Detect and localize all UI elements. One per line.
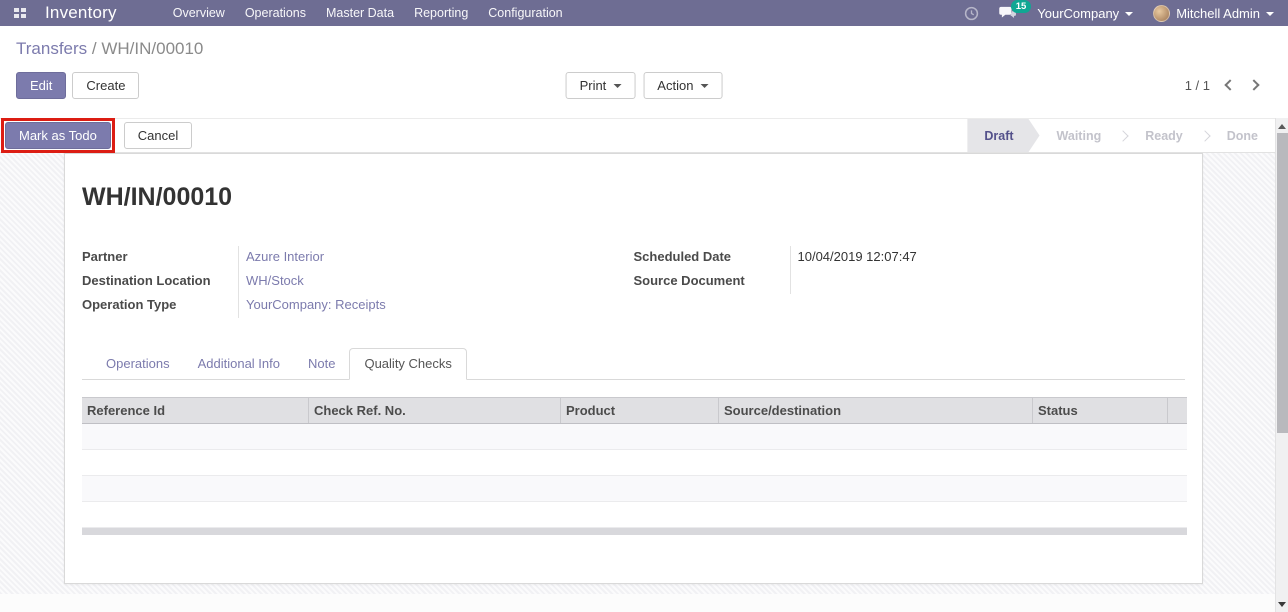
messages-icon[interactable]: 15: [999, 0, 1032, 20]
chevron-down-icon: [700, 83, 709, 88]
column-status[interactable]: Status: [1033, 398, 1168, 423]
nav-menu: Overview Operations Master Data Reportin…: [173, 4, 563, 22]
status-step-draft[interactable]: Draft: [967, 119, 1039, 152]
notebook-tabs: Operations Additional Info Note Quality …: [82, 348, 1185, 380]
nav-item-master-data[interactable]: Master Data: [326, 4, 394, 22]
nav-item-configuration[interactable]: Configuration: [488, 4, 562, 22]
table-horizontal-scrollbar[interactable]: [82, 528, 1187, 535]
source-document-value: [789, 270, 1186, 294]
column-product[interactable]: Product: [561, 398, 719, 423]
column-check-ref-no[interactable]: Check Ref. No.: [309, 398, 561, 423]
status-step-ready[interactable]: Ready: [1128, 119, 1200, 152]
field-group-right: Scheduled Date 10/04/2019 12:07:47 Sourc…: [634, 246, 1186, 318]
table-row: [82, 502, 1187, 528]
partner-label: Partner: [82, 249, 128, 264]
column-reference-id[interactable]: Reference Id: [82, 398, 309, 423]
table-row: [82, 476, 1187, 502]
cancel-button[interactable]: Cancel: [123, 122, 193, 149]
edit-button[interactable]: Edit: [16, 71, 67, 99]
column-extra: [1168, 398, 1187, 423]
operation-type-value[interactable]: YourCompany: Receipts: [238, 294, 634, 318]
source-document-label: Source Document: [633, 273, 745, 288]
action-label: Action: [657, 77, 694, 93]
print-dropdown-button[interactable]: Print: [565, 71, 636, 99]
pager: 1 / 1: [1184, 77, 1260, 93]
bottom-strip: [0, 594, 1288, 612]
field-groups: Partner Azure Interior Destination Locat…: [82, 246, 1185, 318]
nav-item-reporting[interactable]: Reporting: [414, 4, 468, 22]
status-step-waiting[interactable]: Waiting: [1040, 119, 1119, 152]
breadcrumb-current: WH/IN/00010: [101, 39, 204, 58]
tab-quality-checks[interactable]: Quality Checks: [349, 348, 467, 380]
table-row: [82, 450, 1187, 476]
destination-location-label: Destination Location: [82, 273, 211, 288]
tab-operations[interactable]: Operations: [92, 349, 184, 379]
breadcrumb-transfers-link[interactable]: Transfers: [16, 39, 87, 58]
user-menu[interactable]: Mitchell Admin: [1153, 4, 1274, 22]
scroll-down-arrow-icon[interactable]: [1278, 602, 1286, 607]
breadcrumb-separator: /: [87, 39, 102, 58]
record-title: WH/IN/00010: [82, 183, 233, 211]
apps-grid-icon[interactable]: [14, 8, 26, 18]
form-sheet: WH/IN/00010 Partner Azure Interior Desti…: [64, 153, 1203, 584]
company-menu[interactable]: YourCompany: [1037, 5, 1134, 21]
quality-checks-table: Reference Id Check Ref. No. Product Sour…: [82, 397, 1187, 535]
table-row: [82, 424, 1187, 450]
field-group-left: Partner Azure Interior Destination Locat…: [82, 246, 634, 318]
scheduled-date-value: 10/04/2019 12:07:47: [789, 246, 1186, 270]
company-menu-label: YourCompany: [1037, 5, 1120, 21]
pager-previous-icon[interactable]: [1224, 79, 1236, 91]
print-label: Print: [579, 77, 607, 93]
status-button-row: Mark as Todo Cancel Draft Waiting Ready …: [0, 118, 1288, 153]
mark-as-todo-button[interactable]: Mark as Todo: [5, 122, 111, 149]
vertical-scrollbar[interactable]: [1275, 118, 1288, 612]
form-view-background: WH/IN/00010 Partner Azure Interior Desti…: [0, 153, 1288, 594]
messages-count-badge: 15: [1010, 0, 1032, 13]
pager-next-icon[interactable]: [1248, 79, 1260, 91]
scheduled-date-label: Scheduled Date: [633, 249, 732, 264]
user-menu-label: Mitchell Admin: [1176, 5, 1260, 21]
step-separator-icon: [1199, 129, 1211, 142]
action-dropdown-button[interactable]: Action: [643, 71, 723, 99]
column-source-destination[interactable]: Source/destination: [719, 398, 1033, 423]
table-header-row: Reference Id Check Ref. No. Product Sour…: [82, 397, 1187, 424]
scroll-up-arrow-icon[interactable]: [1278, 124, 1286, 129]
step-separator-icon: [1117, 129, 1129, 142]
tab-note[interactable]: Note: [294, 349, 349, 379]
control-panel: Transfers / WH/IN/00010 Edit Create Prin…: [0, 26, 1288, 118]
nav-item-operations[interactable]: Operations: [245, 4, 306, 22]
chevron-down-icon: [1125, 11, 1134, 16]
destination-location-value[interactable]: WH/Stock: [238, 270, 634, 294]
breadcrumb: Transfers / WH/IN/00010: [16, 39, 1272, 59]
chevron-down-icon: [613, 83, 622, 88]
nav-item-overview[interactable]: Overview: [173, 4, 225, 22]
create-button[interactable]: Create: [72, 71, 140, 99]
statusbar: Draft Waiting Ready Done: [967, 119, 1275, 152]
activities-clock-icon[interactable]: [964, 6, 979, 21]
operation-type-label: Operation Type: [82, 297, 177, 312]
partner-value[interactable]: Azure Interior: [238, 246, 634, 270]
pager-counter: 1 / 1: [1184, 77, 1210, 93]
user-avatar: [1153, 4, 1171, 22]
annotation-highlight-box: Mark as Todo: [1, 118, 115, 153]
app-title: Inventory: [45, 3, 117, 22]
tab-additional-info[interactable]: Additional Info: [184, 349, 294, 379]
scrollbar-thumb[interactable]: [1277, 133, 1288, 433]
top-navbar: Inventory Overview Operations Master Dat…: [0, 0, 1288, 26]
status-step-done[interactable]: Done: [1210, 119, 1275, 152]
chevron-down-icon: [1266, 11, 1274, 16]
